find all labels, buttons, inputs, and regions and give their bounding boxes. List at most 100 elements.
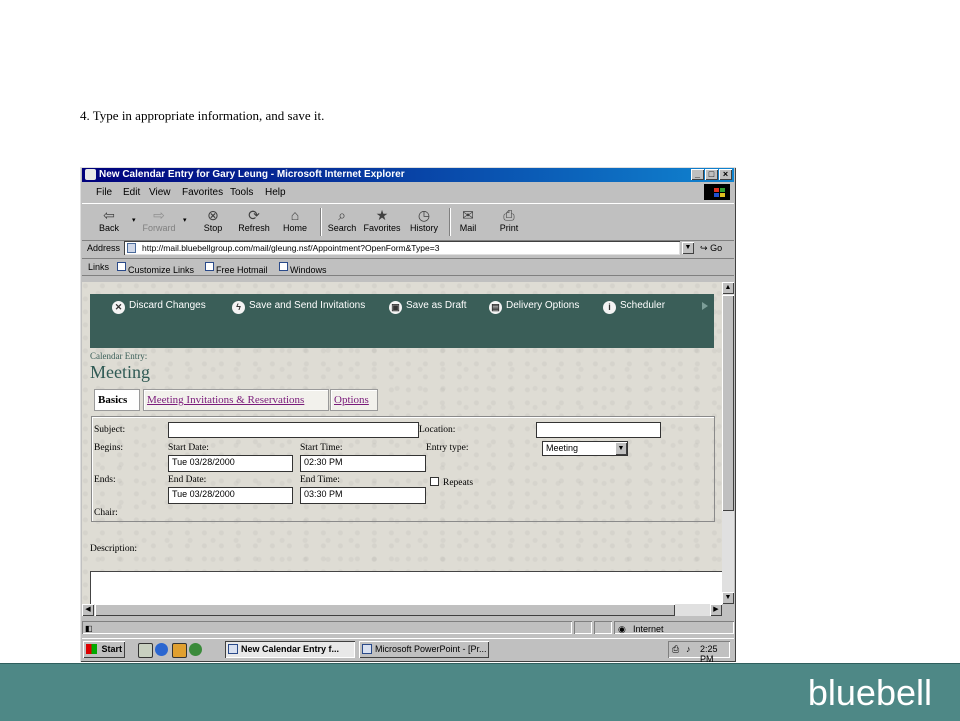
save-as-draft-button[interactable]: ▣ Save as Draft bbox=[389, 300, 467, 314]
address-dropdown-button[interactable]: ▼ bbox=[682, 242, 694, 254]
favorites-label: Favorites bbox=[363, 223, 401, 233]
minimize-button[interactable]: _ bbox=[691, 169, 704, 180]
printer-tray-icon[interactable]: ⎙ bbox=[672, 644, 679, 655]
scroll-up-icon[interactable]: ▲ bbox=[722, 282, 734, 294]
history-button[interactable]: ◷ History bbox=[404, 206, 444, 238]
status-cell bbox=[594, 621, 612, 634]
discard-x-icon: ✕ bbox=[112, 301, 125, 314]
start-time-input[interactable]: 02:30 PM bbox=[300, 455, 426, 472]
links-bar: Links Customize Links Free Hotmail Windo… bbox=[82, 259, 734, 276]
subject-label: Subject: bbox=[94, 425, 126, 435]
menu-bar: File Edit View Favorites Tools Help bbox=[82, 184, 734, 200]
link-windows[interactable]: Windows bbox=[279, 262, 327, 275]
title-bar: New Calendar Entry for Gary Leung - Micr… bbox=[82, 168, 734, 182]
start-button[interactable]: Start bbox=[83, 641, 125, 658]
scheduler-button[interactable]: i Scheduler bbox=[603, 300, 665, 314]
slide-instruction: 4. Type in appropriate information, and … bbox=[80, 108, 325, 123]
task-calendar-entry[interactable]: New Calendar Entry f... bbox=[225, 641, 355, 658]
discard-changes-button[interactable]: ✕ Discard Changes bbox=[112, 300, 206, 314]
go-button[interactable]: ↪ Go bbox=[700, 243, 722, 254]
window-title: New Calendar Entry for Gary Leung - Micr… bbox=[99, 169, 405, 180]
entry-type-select[interactable]: Meeting ▼ bbox=[542, 441, 628, 456]
history-icon: ◷ bbox=[417, 207, 431, 223]
maximize-button[interactable]: □ bbox=[705, 169, 718, 180]
stop-label: Stop bbox=[203, 223, 223, 233]
refresh-icon: ⟳ bbox=[248, 207, 260, 223]
back-button[interactable]: ⇦ Back bbox=[89, 206, 129, 238]
link-free-hotmail[interactable]: Free Hotmail bbox=[205, 262, 268, 275]
menu-tools[interactable]: Tools bbox=[230, 187, 253, 198]
entry-form: Subject: Location: Begins: Start Date: S… bbox=[91, 416, 715, 522]
status-message-cell: ◧ bbox=[82, 621, 572, 634]
close-button[interactable]: × bbox=[719, 169, 732, 180]
printer-icon: ⎙ bbox=[503, 207, 515, 223]
ends-label: Ends: bbox=[94, 475, 116, 485]
back-arrow-icon: ⇦ bbox=[103, 207, 115, 223]
status-cell bbox=[574, 621, 592, 634]
horizontal-scrollbar[interactable]: ◀ ▶ bbox=[82, 604, 722, 616]
internet-explorer-icon[interactable] bbox=[155, 643, 168, 656]
description-input[interactable] bbox=[90, 571, 722, 604]
subject-input[interactable] bbox=[168, 422, 419, 438]
end-time-label: End Time: bbox=[300, 475, 340, 485]
vertical-scrollbar[interactable]: ▲ ▼ bbox=[722, 282, 734, 604]
tab-options[interactable]: Options bbox=[330, 389, 378, 411]
refresh-button[interactable]: ⟳ Refresh bbox=[234, 206, 274, 238]
go-label: Go bbox=[710, 243, 723, 253]
stop-button[interactable]: ⊗ Stop bbox=[193, 206, 233, 238]
address-input[interactable]: http://mail.bluebellgroup.com/mail/gleun… bbox=[124, 241, 680, 255]
link-page-icon bbox=[205, 262, 214, 271]
menu-favorites[interactable]: Favorites bbox=[182, 187, 223, 198]
history-label: History bbox=[409, 223, 438, 233]
favorites-button[interactable]: ★ Favorites bbox=[362, 206, 402, 238]
delivery-options-button[interactable]: ▤ Delivery Options bbox=[489, 300, 579, 314]
mail-label: Mail bbox=[459, 223, 477, 233]
menu-edit[interactable]: Edit bbox=[123, 187, 140, 198]
back-dropdown-icon[interactable]: ▾ bbox=[132, 216, 136, 224]
tab-basics[interactable]: Basics bbox=[94, 389, 140, 411]
windows-logo-icon bbox=[704, 184, 730, 200]
desktop-icon[interactable] bbox=[138, 643, 153, 658]
action-label: Save and Send Invitations bbox=[249, 300, 366, 311]
mail-button[interactable]: ✉ Mail bbox=[448, 206, 488, 238]
end-date-label: End Date: bbox=[168, 475, 207, 485]
home-button[interactable]: ⌂ Home bbox=[275, 206, 315, 238]
action-label: Delivery Options bbox=[506, 300, 580, 311]
page-content: ✕ Discard Changes ϟ Save and Send Invitati… bbox=[82, 282, 722, 604]
link-customize-links[interactable]: Customize Links bbox=[117, 262, 194, 275]
forward-dropdown-icon[interactable]: ▾ bbox=[183, 216, 187, 224]
forward-label: Forward bbox=[142, 223, 176, 233]
task-powerpoint[interactable]: Microsoft PowerPoint - [Pr... bbox=[359, 641, 489, 658]
speaker-icon[interactable]: ♪ bbox=[686, 644, 691, 654]
more-actions-arrow-icon[interactable] bbox=[702, 302, 708, 310]
horizontal-scroll-thumb[interactable] bbox=[95, 604, 675, 616]
start-date-input[interactable]: Tue 03/28/2000 bbox=[168, 455, 293, 472]
search-button[interactable]: ⌕ Search bbox=[322, 206, 362, 238]
scroll-left-icon[interactable]: ◀ bbox=[82, 604, 94, 616]
scheduler-person-icon: i bbox=[603, 301, 616, 314]
entry-kicker: Calendar Entry: bbox=[90, 351, 148, 361]
location-input[interactable] bbox=[536, 422, 661, 438]
windows-flag-icon bbox=[86, 644, 97, 654]
search-icon: ⌕ bbox=[338, 207, 346, 223]
end-date-input[interactable]: Tue 03/28/2000 bbox=[168, 487, 293, 504]
scroll-down-icon[interactable]: ▼ bbox=[722, 592, 734, 604]
forward-button[interactable]: ⇨ Forward bbox=[139, 206, 179, 238]
outlook-icon[interactable] bbox=[172, 643, 187, 658]
channels-icon[interactable] bbox=[189, 643, 202, 656]
vertical-scroll-thumb[interactable] bbox=[722, 295, 734, 511]
scroll-right-icon[interactable]: ▶ bbox=[710, 604, 722, 616]
menu-file[interactable]: File bbox=[96, 187, 112, 198]
print-button[interactable]: ⎙ Print bbox=[489, 206, 529, 238]
save-send-invitations-button[interactable]: ϟ Save and Send Invitations bbox=[232, 300, 365, 314]
end-time-input[interactable]: 03:30 PM bbox=[300, 487, 426, 504]
tab-meeting-invitations[interactable]: Meeting Invitations & Reservations bbox=[143, 389, 329, 411]
start-label: Start bbox=[101, 644, 122, 654]
menu-help[interactable]: Help bbox=[265, 187, 286, 198]
repeats-checkbox[interactable] bbox=[430, 477, 439, 486]
link-label: Customize Links bbox=[128, 265, 195, 275]
lightning-icon: ϟ bbox=[232, 301, 245, 314]
search-label: Search bbox=[327, 223, 357, 233]
ie-logo-icon bbox=[85, 169, 96, 180]
menu-view[interactable]: View bbox=[149, 187, 171, 198]
